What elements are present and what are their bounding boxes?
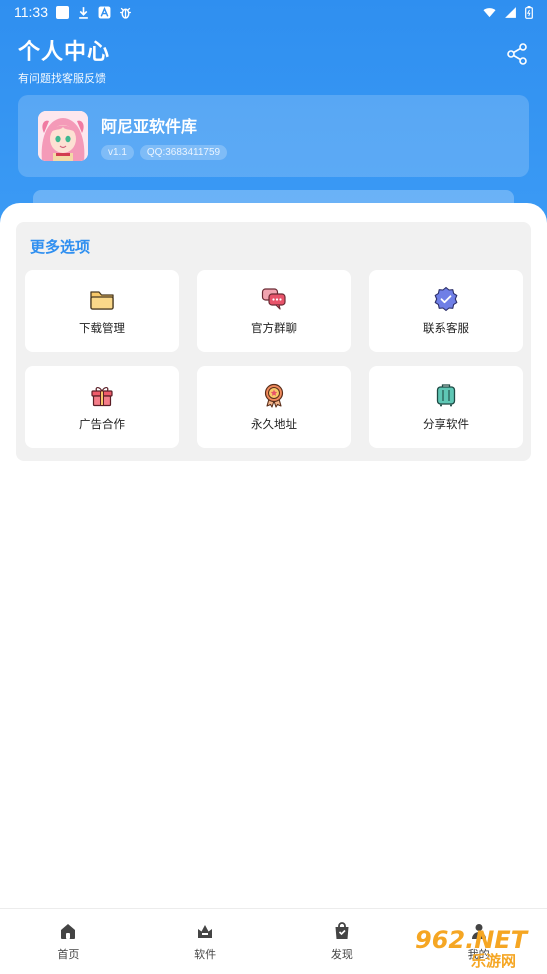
wifi-icon — [483, 7, 496, 17]
nav-label: 软件 — [194, 949, 217, 961]
award-medal-icon — [264, 383, 284, 408]
watermark-logo: 962.NET 乐游网 — [415, 926, 529, 970]
a-icon — [98, 6, 111, 18]
option-permanent-address[interactable]: 永久地址 — [197, 366, 351, 448]
option-label: 永久地址 — [251, 419, 297, 431]
more-options-title: 更多选项 — [30, 239, 91, 256]
profile-card[interactable]: 阿尼亚软件库 v1.1 QQ:3683411759 — [18, 95, 529, 177]
option-label: 联系客服 — [423, 323, 469, 335]
avatar — [38, 111, 88, 161]
share-icon[interactable] — [505, 42, 529, 66]
option-download-manager[interactable]: 下载管理 — [25, 270, 179, 352]
option-contact-support[interactable]: 联系客服 — [369, 270, 523, 352]
home-icon — [61, 924, 76, 939]
page-title: 个人中心 — [18, 39, 111, 64]
more-options-panel: 更多选项 下载管理 官方群聊 联系客服 广告合作 永久地址 分享软件 — [16, 222, 531, 461]
nav-item-software[interactable]: 软件 — [137, 909, 274, 974]
option-label: 下载管理 — [79, 323, 125, 335]
option-official-group[interactable]: 官方群聊 — [197, 270, 351, 352]
nav-item-home[interactable]: 首页 — [0, 909, 137, 974]
title-area: 个人中心 有问题找客服反馈 — [18, 34, 110, 86]
download-icon — [79, 6, 88, 19]
shopping-bag-icon — [335, 922, 349, 939]
signal-icon — [505, 6, 516, 18]
page-subtitle: 有问题找客服反馈 — [18, 73, 106, 85]
option-label: 官方群聊 — [251, 323, 297, 335]
option-share-software[interactable]: 分享软件 — [369, 366, 523, 448]
app-name: 阿尼亚软件库 — [101, 118, 198, 136]
option-label: 分享软件 — [423, 419, 469, 431]
qq-badge: QQ:3683411759 — [139, 144, 228, 160]
status-time: 11:33 — [14, 4, 48, 20]
version-badge: v1.1 — [101, 144, 134, 160]
nav-label: 发现 — [330, 949, 353, 961]
bug-icon — [120, 7, 131, 19]
gift-icon — [91, 386, 113, 407]
option-label: 广告合作 — [79, 419, 125, 431]
option-ad-cooperation[interactable]: 广告合作 — [25, 366, 179, 448]
verified-badge-icon — [434, 286, 458, 312]
folder-icon — [90, 291, 114, 310]
square-icon — [56, 5, 69, 19]
chat-icon — [261, 288, 286, 310]
crown-icon — [198, 925, 213, 938]
profile-info: 阿尼亚软件库 v1.1 QQ:3683411759 — [101, 113, 228, 160]
watermark-sub: 乐游网 — [471, 952, 516, 970]
status-bar: 11:33 — [0, 0, 547, 24]
suitcase-icon — [436, 384, 456, 407]
nav-item-discover[interactable]: 发现 — [274, 909, 411, 974]
watermark-main: 962.NET — [415, 926, 529, 954]
battery-icon — [525, 5, 533, 19]
nav-label: 首页 — [57, 949, 80, 961]
